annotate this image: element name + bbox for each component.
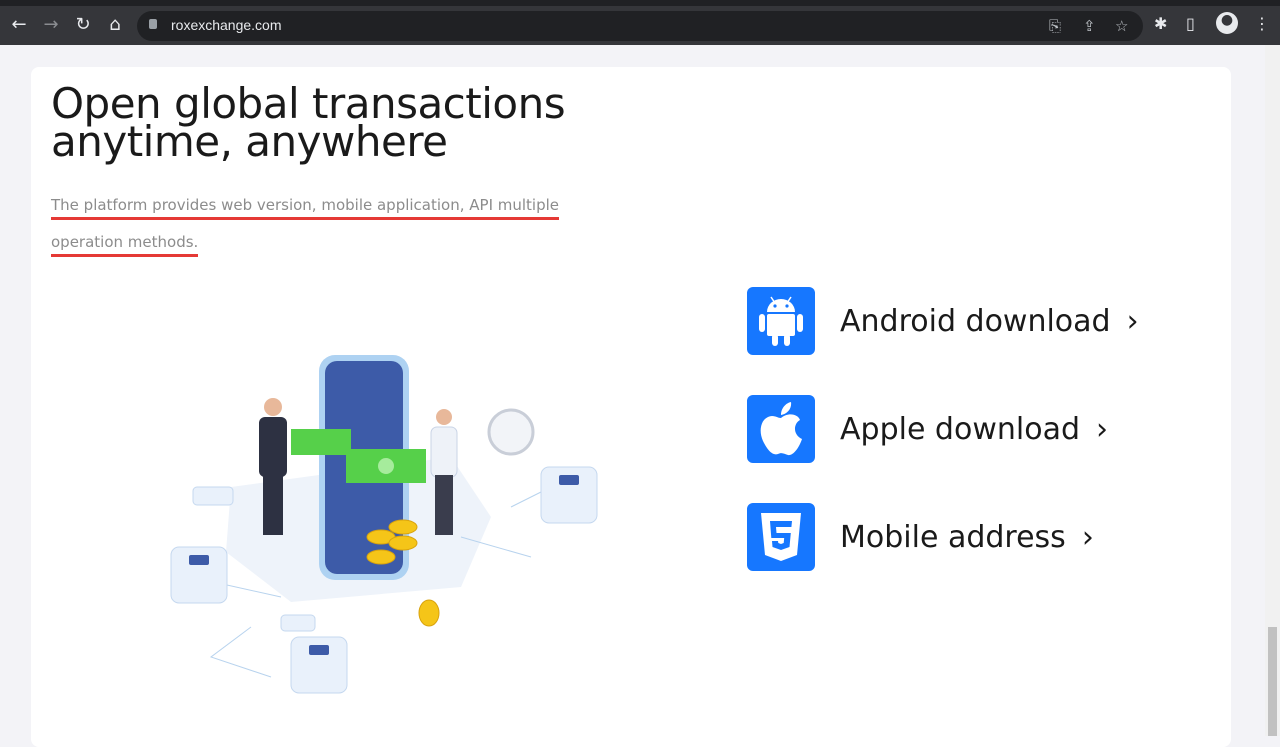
chevron-right-icon: › <box>1081 519 1094 555</box>
address-bar[interactable]: roxexchange.com ⎘ ⇪ ☆ <box>137 11 1143 41</box>
apple-download-link[interactable]: Apple download › <box>747 395 1108 463</box>
translate-icon[interactable]: ⎘ <box>1049 17 1061 35</box>
share-icon[interactable]: ⇪ <box>1083 17 1096 35</box>
reload-icon[interactable]: ↻ <box>72 14 94 35</box>
browser-toolbar: ← → ↻ ⌂ roxexchange.com ⎘ ⇪ ☆ ✱ ▯ ● ⋮ <box>0 0 1280 45</box>
menu-icon[interactable]: ⋮ <box>1254 14 1270 33</box>
html5-icon <box>747 503 815 571</box>
android-download-label: Android download <box>840 303 1111 339</box>
page-scrollbar[interactable] <box>1265 45 1280 736</box>
subtitle: The platform provides web version, mobil… <box>51 187 591 261</box>
mobile-address-label: Mobile address <box>840 519 1066 555</box>
download-section: Open global transactions anytime, anywhe… <box>31 67 1231 747</box>
forward-icon[interactable]: → <box>40 14 62 35</box>
profile-icon[interactable]: ● <box>1216 12 1238 34</box>
back-icon[interactable]: ← <box>8 14 30 35</box>
home-icon[interactable]: ⌂ <box>104 14 126 35</box>
mobile-address-link[interactable]: Mobile address › <box>747 503 1094 571</box>
page-title: Open global transactions anytime, anywhe… <box>51 79 566 166</box>
chevron-right-icon: › <box>1096 411 1108 447</box>
android-download-link[interactable]: Android download › <box>747 287 1139 355</box>
chevron-right-icon: › <box>1126 303 1139 339</box>
extensions-icon[interactable]: ✱ <box>1154 14 1167 33</box>
apple-icon <box>747 395 815 463</box>
android-icon <box>747 287 815 355</box>
lock-icon <box>149 19 157 29</box>
side-panel-icon[interactable]: ▯ <box>1186 14 1195 33</box>
trading-illustration <box>170 355 598 694</box>
star-icon[interactable]: ☆ <box>1115 17 1128 35</box>
url-text: roxexchange.com <box>171 17 282 33</box>
apple-download-label: Apple download <box>840 411 1080 447</box>
scrollbar-thumb[interactable] <box>1268 627 1277 736</box>
